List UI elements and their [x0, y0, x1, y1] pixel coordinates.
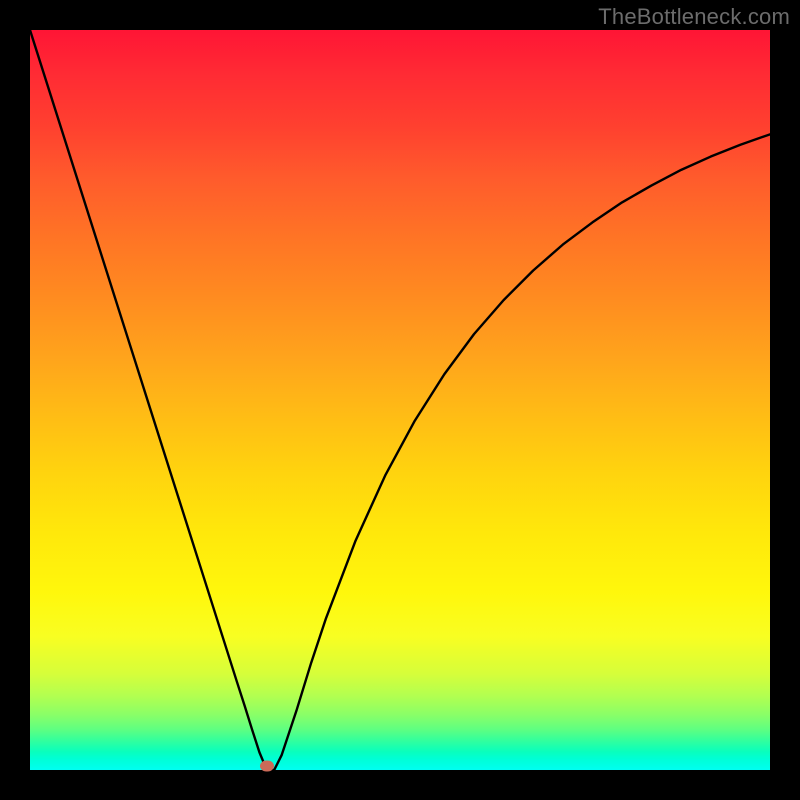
plot-area: [30, 30, 770, 770]
watermark-text: TheBottleneck.com: [598, 4, 790, 30]
optimal-point-marker: [260, 761, 274, 772]
chart-frame: TheBottleneck.com: [0, 0, 800, 800]
bottleneck-curve: [30, 30, 770, 770]
